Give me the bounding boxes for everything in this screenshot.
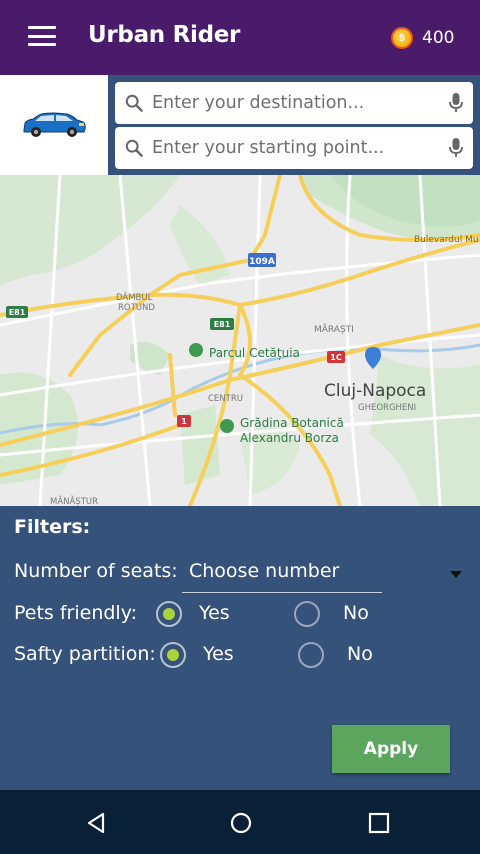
app-title: Urban Rider	[88, 22, 241, 48]
hamburger-menu-icon[interactable]	[28, 26, 56, 46]
microphone-icon[interactable]	[449, 138, 463, 158]
map-label: MĂRAȘTI	[314, 323, 354, 335]
system-nav-bar	[0, 790, 480, 854]
partition-no-radio[interactable]	[298, 642, 324, 668]
app-bar: Urban Rider $ 400	[0, 0, 480, 75]
map-label: Parcul Cetățuia	[209, 346, 300, 360]
map-label: GHEORGHENI	[358, 403, 416, 413]
search-panel	[0, 75, 480, 175]
map-label: 109A	[249, 257, 275, 267]
destination-input[interactable]	[152, 88, 432, 118]
vehicle-type-selector[interactable]	[0, 75, 108, 175]
partition-yes-label: Yes	[203, 643, 234, 665]
apply-button[interactable]: Apply	[332, 725, 450, 773]
recents-icon[interactable]	[366, 810, 392, 836]
park-pin-icon	[189, 343, 203, 357]
pets-no-radio[interactable]	[294, 601, 320, 627]
starting-point-input[interactable]	[152, 133, 432, 163]
pets-label: Pets friendly:	[14, 602, 137, 624]
pets-yes-radio[interactable]	[156, 601, 182, 627]
partition-label: Safty partition:	[14, 643, 156, 665]
coin-icon: $	[391, 27, 413, 49]
map-label: 1C	[330, 353, 342, 362]
seats-underline	[182, 592, 382, 593]
seats-select[interactable]: Choose number	[189, 560, 339, 582]
map-label: Alexandru Borza	[240, 431, 339, 445]
map-label: CENTRU	[208, 394, 243, 404]
filters-panel: Filters: Number of seats: Choose number …	[0, 506, 480, 790]
map-label: DÂMBUL	[116, 291, 153, 303]
map-city-label: Cluj-Napoca	[324, 381, 426, 401]
partition-yes-radio[interactable]	[160, 642, 186, 668]
map-label: ROTUND	[118, 303, 155, 313]
map-label: 1	[181, 417, 187, 426]
search-icon	[125, 139, 143, 157]
destination-field[interactable]	[115, 82, 473, 124]
map-view[interactable]: 109A E81 E81 1C 1 Bulevardul Mu DÂMBUL R…	[0, 175, 480, 506]
map-label: Bulevardul Mu	[414, 235, 479, 245]
seats-label: Number of seats:	[14, 560, 178, 582]
coin-count: 400	[422, 28, 455, 48]
map-canvas[interactable]: 109A E81 E81 1C 1 Bulevardul Mu DÂMBUL R…	[0, 175, 480, 506]
starting-point-field[interactable]	[115, 127, 473, 169]
map-label: MĂNĂȘTUR	[50, 495, 98, 506]
partition-no-label: No	[347, 643, 373, 665]
garden-pin-icon	[220, 419, 234, 433]
filters-title: Filters:	[14, 516, 91, 538]
pets-yes-label: Yes	[199, 602, 230, 624]
map-label: E81	[9, 308, 26, 317]
pets-no-label: No	[343, 602, 369, 624]
map-label: E81	[214, 320, 231, 329]
chevron-down-icon[interactable]	[450, 571, 462, 578]
home-icon[interactable]	[228, 810, 254, 836]
map-label: Grădina Botanică	[240, 416, 344, 430]
back-icon[interactable]	[84, 810, 110, 836]
car-icon	[23, 112, 86, 137]
microphone-icon[interactable]	[449, 93, 463, 113]
search-icon	[125, 94, 143, 112]
